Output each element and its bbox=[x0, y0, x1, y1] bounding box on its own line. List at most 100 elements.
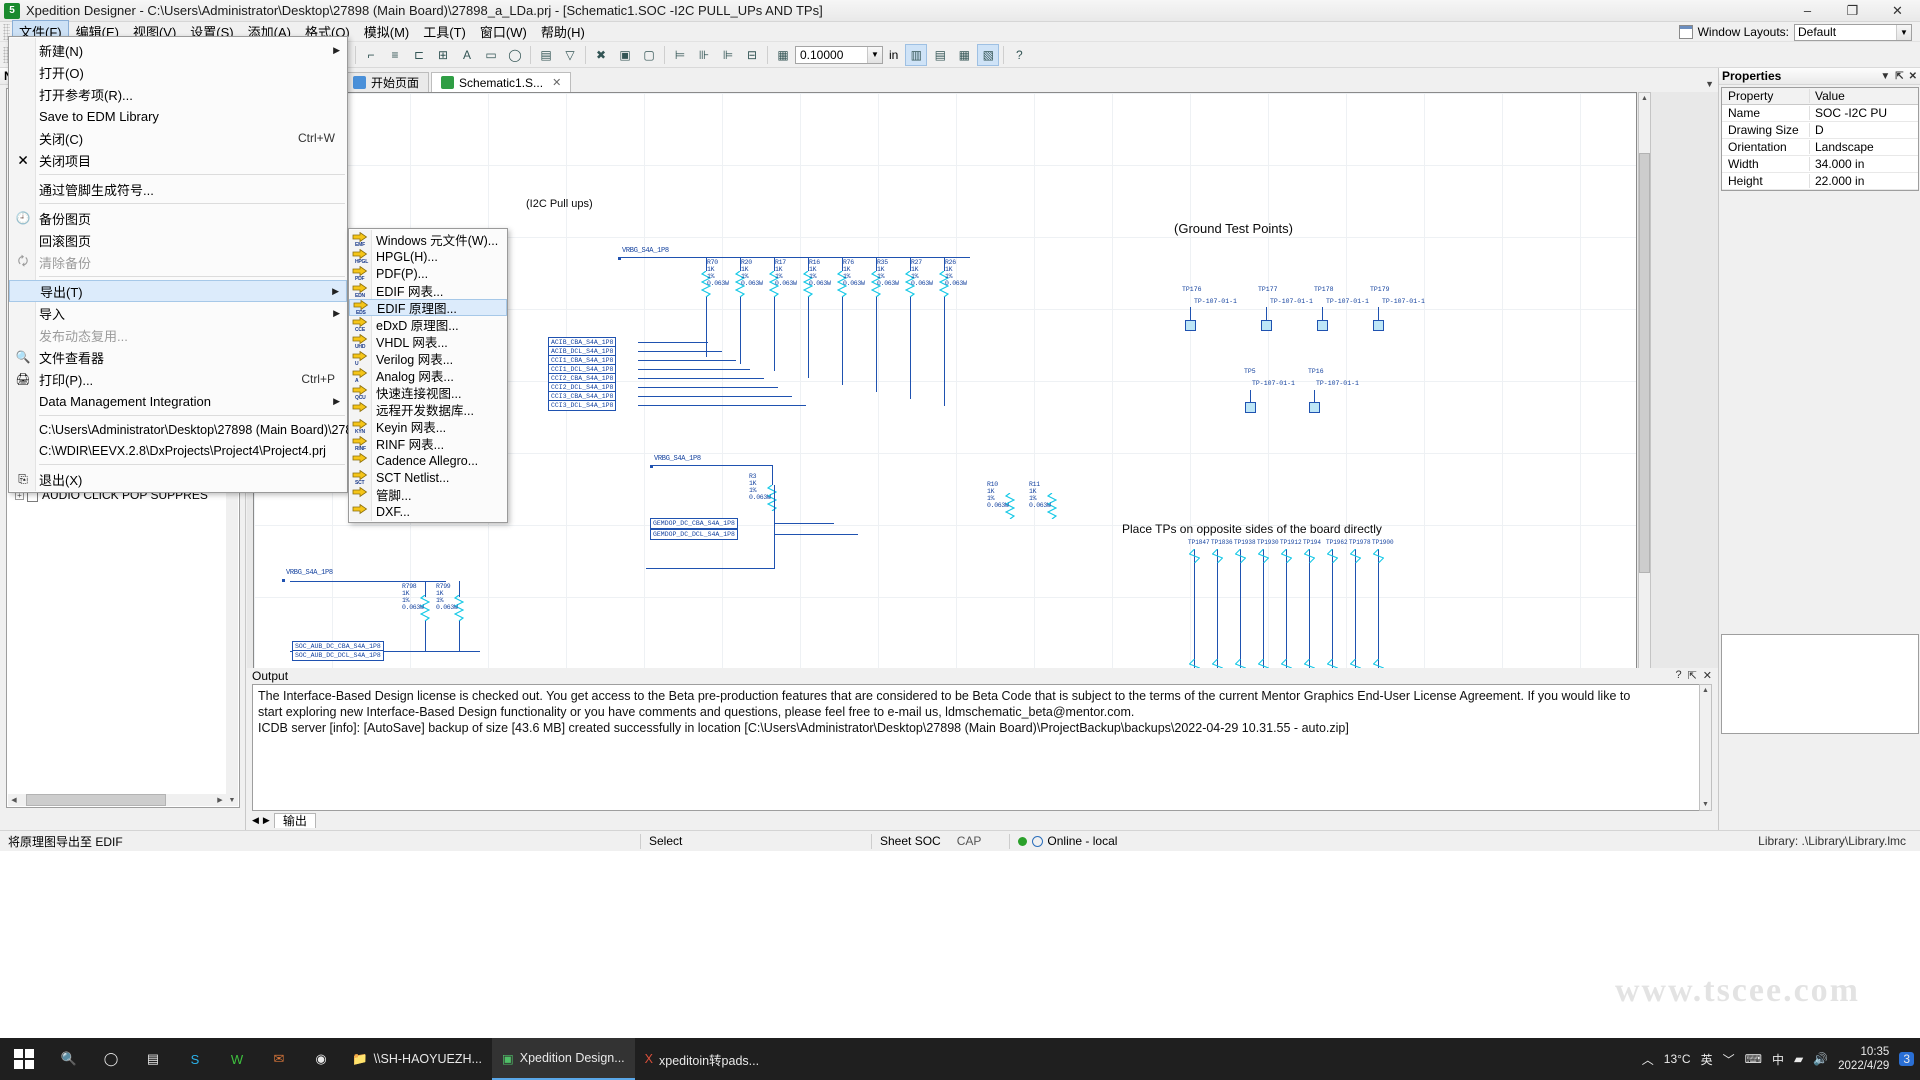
menu-simulate[interactable]: 模拟(M) bbox=[357, 20, 417, 43]
properties-row[interactable]: Height 22.000 in bbox=[1722, 173, 1918, 190]
taskbar-app-explorer[interactable]: 📁 \\SH-HAOYUEZH... bbox=[342, 1038, 492, 1080]
properties-row-value[interactable]: D bbox=[1810, 123, 1918, 137]
maximize-button[interactable]: ❐ bbox=[1830, 0, 1875, 22]
export-submenu[interactable]: EMF Windows 元文件(W)... HPGL HPGL(H)... PDF PDF… bbox=[348, 228, 508, 523]
export-submenu-item[interactable]: 管脚... bbox=[349, 486, 507, 503]
scroll-down-icon[interactable]: ▼ bbox=[1700, 799, 1711, 810]
view-mode-4-icon[interactable]: ▧ bbox=[977, 43, 1000, 66]
test-point-symbol[interactable] bbox=[1280, 548, 1293, 564]
scroll-right-icon[interactable]: ▶ bbox=[263, 815, 270, 826]
test-point-symbol[interactable] bbox=[1372, 548, 1385, 564]
scroll-left-icon[interactable]: ◀ bbox=[252, 815, 259, 826]
file-menu-item[interactable]: 导出(T) ▶ bbox=[9, 280, 347, 302]
properties-row-value[interactable]: SOC -I2C PU bbox=[1810, 106, 1918, 120]
properties-row[interactable]: Orientation Landscape bbox=[1722, 139, 1918, 156]
file-menu-item[interactable]: 关闭(C) Ctrl+W bbox=[9, 127, 347, 149]
properties-row[interactable]: Drawing Size D bbox=[1722, 122, 1918, 139]
export-submenu-item[interactable]: RINF RINF 网表... bbox=[349, 435, 507, 452]
view-mode-2-icon[interactable]: ▤ bbox=[929, 44, 951, 66]
add-rect-icon[interactable]: ▭ bbox=[480, 44, 502, 66]
test-point-symbol[interactable] bbox=[1349, 548, 1362, 564]
taskbar-app-xpedition[interactable]: ▣ Xpedition Design... bbox=[491, 1038, 635, 1080]
export-submenu-item[interactable]: CCE eDxD 原理图... bbox=[349, 316, 507, 333]
add-circle-icon[interactable]: ◯ bbox=[504, 44, 526, 66]
test-point-pad[interactable] bbox=[1309, 402, 1320, 413]
start-button[interactable] bbox=[0, 1038, 48, 1080]
test-point-pad[interactable] bbox=[1373, 320, 1384, 331]
test-point-pad[interactable] bbox=[1261, 320, 1272, 331]
align-center-icon[interactable]: ⊪ bbox=[693, 44, 715, 66]
file-menu-item[interactable]: Save to EDM Library bbox=[9, 105, 347, 127]
properties-table[interactable]: Property Value Name SOC -I2C PU Drawing Si… bbox=[1721, 87, 1919, 191]
test-point-symbol[interactable] bbox=[1211, 548, 1224, 564]
add-wire-icon[interactable]: ⌐ bbox=[360, 44, 382, 66]
align-right-icon[interactable]: ⊫ bbox=[717, 44, 739, 66]
scroll-left-icon[interactable]: ◀ bbox=[8, 794, 20, 806]
chrome-icon[interactable]: ◉ bbox=[300, 1038, 342, 1080]
scroll-down-icon[interactable]: ▼ bbox=[226, 794, 238, 806]
export-submenu-item[interactable]: HPGL HPGL(H)... bbox=[349, 248, 507, 265]
add-text-icon[interactable]: A bbox=[456, 44, 478, 66]
file-menu-item[interactable]: 🕘 备份图页 bbox=[9, 207, 347, 229]
search-icon[interactable]: 🔍 bbox=[48, 1038, 90, 1080]
ungroup-icon[interactable]: ▢ bbox=[638, 44, 660, 66]
export-submenu-item[interactable]: KYN Keyin 网表... bbox=[349, 418, 507, 435]
volume-icon[interactable]: 🔊 bbox=[1813, 1052, 1828, 1066]
skype-icon[interactable]: S bbox=[174, 1038, 216, 1080]
group-icon[interactable]: ▣ bbox=[614, 44, 636, 66]
align-left-icon[interactable]: ⊨ bbox=[669, 44, 691, 66]
export-submenu-item[interactable]: EDS EDIF 原理图... bbox=[349, 299, 507, 316]
help-icon[interactable]: ? bbox=[1675, 669, 1681, 682]
distribute-icon[interactable]: ⊟ bbox=[741, 44, 763, 66]
properties-row-value[interactable]: 22.000 in bbox=[1810, 174, 1918, 188]
export-submenu-item[interactable]: 远程开发数据库... bbox=[349, 401, 507, 418]
test-point-pad[interactable] bbox=[1245, 402, 1256, 413]
clock[interactable]: 10:35 2022/4/29 bbox=[1838, 1045, 1889, 1073]
view-mode-1-icon[interactable]: ▥ bbox=[905, 43, 928, 66]
add-bus-icon[interactable]: ≡ bbox=[384, 44, 406, 66]
test-point-pad[interactable] bbox=[1185, 320, 1196, 331]
close-icon[interactable]: ✕ bbox=[1703, 669, 1712, 682]
export-submenu-item[interactable]: A Analog 网表... bbox=[349, 367, 507, 384]
file-menu-item[interactable]: 回滚图页 bbox=[9, 229, 347, 251]
tree-horizontal-scroll-thumb[interactable] bbox=[26, 794, 166, 806]
export-submenu-item[interactable]: DXF... bbox=[349, 503, 507, 520]
properties-row[interactable]: Width 34.000 in bbox=[1722, 156, 1918, 173]
close-button[interactable]: ✕ bbox=[1875, 0, 1920, 22]
canvas-vertical-scroll-thumb[interactable] bbox=[1639, 153, 1650, 573]
test-point-symbol[interactable] bbox=[1257, 548, 1270, 564]
tree-horizontal-scrollbar[interactable]: ◀ ▶ bbox=[8, 794, 226, 806]
scroll-up-icon[interactable]: ▲ bbox=[1700, 685, 1711, 696]
export-submenu-item[interactable]: U Verilog 网表... bbox=[349, 350, 507, 367]
cortana-icon[interactable]: ◯ bbox=[90, 1038, 132, 1080]
properties-row-value[interactable]: Landscape bbox=[1810, 140, 1918, 154]
add-net-name-icon[interactable]: ⊏ bbox=[408, 44, 430, 66]
properties-row-value[interactable]: 34.000 in bbox=[1810, 157, 1918, 171]
close-icon[interactable]: ✕ bbox=[1909, 71, 1917, 82]
minimize-button[interactable]: – bbox=[1785, 0, 1830, 22]
zoom-level-combobox[interactable]: 0.10000 ▼ bbox=[795, 45, 883, 64]
chevron-down-icon[interactable]: ▼ bbox=[867, 46, 882, 63]
tab-schematic1[interactable]: Schematic1.S... ✕ bbox=[431, 72, 572, 92]
filter-icon[interactable]: ▽ bbox=[559, 44, 581, 66]
menu-window[interactable]: 窗口(W) bbox=[473, 20, 534, 43]
test-point-symbol[interactable] bbox=[1234, 548, 1247, 564]
test-point-symbol[interactable] bbox=[1303, 548, 1316, 564]
add-symbol-icon[interactable]: ⊞ bbox=[432, 44, 454, 66]
test-point-symbol[interactable] bbox=[1326, 548, 1339, 564]
ime-mode-icon[interactable]: ﹀ bbox=[1723, 1051, 1735, 1068]
notification-badge[interactable]: 3 bbox=[1899, 1052, 1914, 1066]
chevron-down-icon[interactable]: ▼ bbox=[1880, 71, 1890, 82]
export-submenu-item[interactable]: Cadence Allegro... bbox=[349, 452, 507, 469]
output-vertical-scrollbar[interactable]: ▲ ▼ bbox=[1699, 684, 1712, 811]
file-menu-item[interactable]: 导入 ▶ bbox=[9, 302, 347, 324]
file-menu-item[interactable]: 🗙 关闭项目 bbox=[9, 149, 347, 171]
output-log[interactable]: The Interface-Based Design license is ch… bbox=[252, 684, 1707, 811]
bus-net-label[interactable]: CCI3_DCL_S4A_1P8 bbox=[548, 400, 617, 411]
file-menu-item[interactable]: 新建(N) ▶ bbox=[9, 39, 347, 61]
bus-net-label[interactable]: GEMDOP_DC_CBA_S4A_1P8 bbox=[650, 518, 738, 529]
recent-file-item[interactable]: C:\WDIR\EEVX.2.8\DxProjects\Project4\Pro… bbox=[9, 440, 347, 461]
canvas-vertical-scrollbar[interactable]: ▲ ▼ bbox=[1638, 92, 1651, 702]
tray-expand-icon[interactable]: ︿ bbox=[1642, 1051, 1654, 1068]
recent-file-item[interactable]: C:\Users\Administrator\Desktop\27898 (Ma… bbox=[9, 419, 427, 440]
